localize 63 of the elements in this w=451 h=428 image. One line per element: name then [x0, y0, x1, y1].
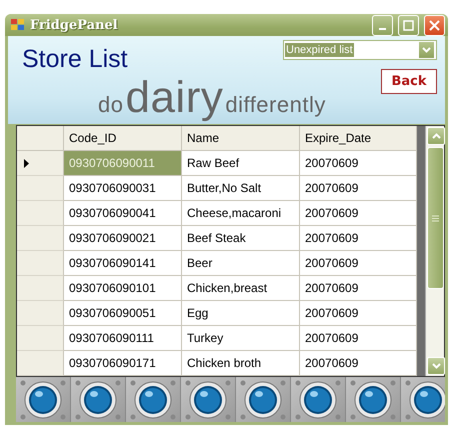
scroll-thumb[interactable] — [427, 147, 444, 289]
round-button[interactable] — [16, 377, 71, 422]
table-cell: 0930706090041 — [64, 201, 182, 226]
table-cell: 20070609 — [300, 176, 417, 201]
table-cell: 0930706090011 — [64, 151, 182, 176]
table-cell: 0930706090021 — [64, 226, 182, 251]
table-cell: 0930706090101 — [64, 276, 182, 301]
round-button[interactable] — [181, 377, 236, 422]
round-button[interactable] — [291, 377, 346, 422]
table-cell: 0930706090141 — [64, 251, 182, 276]
table-cell: Raw Beef — [182, 151, 300, 176]
window-title: FridgePanel — [30, 18, 119, 32]
table-cell: Turkey — [182, 326, 300, 351]
app-icon — [11, 19, 25, 31]
round-button[interactable] — [346, 377, 401, 422]
row-header[interactable] — [17, 201, 64, 226]
table-cell: 0930706090171 — [64, 351, 182, 376]
caret-icon — [422, 47, 431, 53]
table-cell: Beer — [182, 251, 300, 276]
row-header[interactable] — [17, 176, 64, 201]
table-cell: 20070609 — [300, 276, 417, 301]
table-cell: 0930706090051 — [64, 301, 182, 326]
table-cell: 20070609 — [300, 351, 417, 376]
minimize-icon — [379, 28, 386, 30]
back-button[interactable]: Back — [381, 69, 437, 94]
column-header[interactable]: Code_ID — [64, 126, 182, 151]
row-header[interactable] — [17, 276, 64, 301]
table-cell: 20070609 — [300, 151, 417, 176]
table-cell: 20070609 — [300, 326, 417, 351]
row-header[interactable] — [17, 301, 64, 326]
table-cell: Beef Steak — [182, 226, 300, 251]
round-button[interactable] — [71, 377, 126, 422]
round-button[interactable] — [236, 377, 291, 422]
minimize-button[interactable] — [372, 14, 393, 36]
row-header[interactable] — [17, 151, 64, 176]
row-header[interactable] — [17, 251, 64, 276]
table-cell: 0930706090111 — [64, 326, 182, 351]
close-icon — [429, 20, 440, 30]
table-cell: 20070609 — [300, 201, 417, 226]
column-header[interactable]: Name — [182, 126, 300, 151]
scrollbar[interactable] — [425, 126, 444, 376]
table-cell: Egg — [182, 301, 300, 326]
scroll-down-icon — [432, 363, 440, 369]
row-header[interactable] — [17, 326, 64, 351]
round-button[interactable] — [401, 377, 445, 422]
table-cell: 20070609 — [300, 226, 417, 251]
page-title: Store List — [22, 45, 128, 73]
close-button[interactable] — [424, 14, 445, 36]
table-cell: 0930706090031 — [64, 176, 182, 201]
maximize-icon — [403, 20, 414, 30]
table-cell: Butter,No Salt — [182, 176, 300, 201]
table-cell: Chicken broth — [182, 351, 300, 376]
current-row-icon — [24, 158, 29, 168]
row-header[interactable] — [17, 226, 64, 251]
corner-header — [17, 126, 64, 151]
maximize-button[interactable] — [398, 14, 419, 36]
scroll-up-icon — [432, 133, 440, 139]
table-cell: Chicken,breast — [182, 276, 300, 301]
table-cell: Cheese,macaroni — [182, 201, 300, 226]
round-button[interactable] — [126, 377, 181, 422]
table-cell: 20070609 — [300, 301, 417, 326]
table-cell: 20070609 — [300, 251, 417, 276]
column-header[interactable]: Expire_Date — [300, 126, 417, 151]
